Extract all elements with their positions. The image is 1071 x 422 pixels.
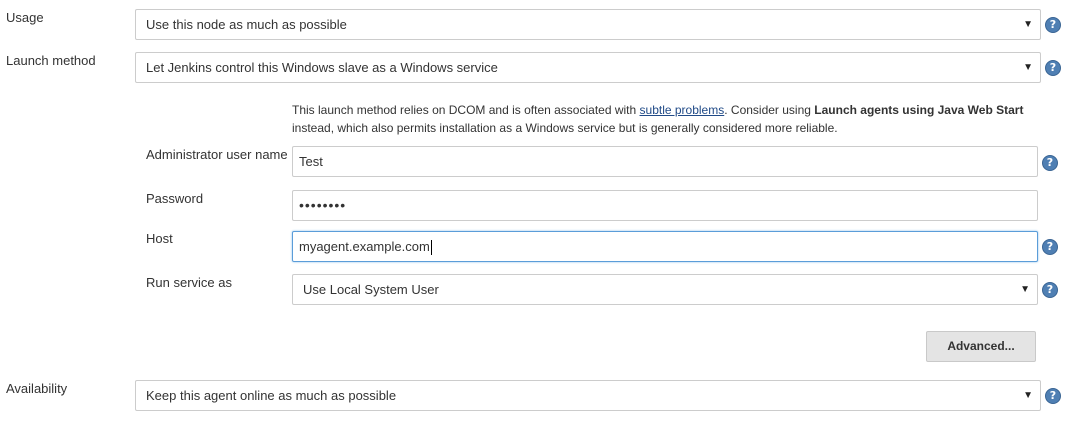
help-icon[interactable]: ? [1042,239,1058,255]
availability-label: Availability [6,381,68,396]
launch-method-select-value: Let Jenkins control this Windows slave a… [146,60,498,75]
help-icon[interactable]: ? [1042,282,1058,298]
help-icon[interactable]: ? [1045,60,1061,76]
host-label: Host [146,231,173,246]
help-icon[interactable]: ? [1042,155,1058,171]
host-input[interactable]: myagent.example.com [292,231,1038,262]
help-icon[interactable]: ? [1045,388,1061,404]
run-service-as-label: Run service as [146,275,232,290]
password-value: •••••••• [299,197,347,213]
password-label: Password [146,191,204,206]
admin-user-label: Administrator user name [146,147,288,162]
usage-label: Usage [6,10,44,25]
chevron-down-icon: ▼ [1023,19,1033,30]
description-text: . Consider using [724,103,815,117]
subtle-problems-link[interactable]: subtle problems [640,103,725,117]
admin-user-input[interactable]: Test [292,146,1038,177]
run-service-as-value: Use Local System User [303,282,439,297]
launch-method-label: Launch method [6,53,96,68]
text-cursor [430,240,432,256]
description-text: This launch method relies on DCOM and is… [292,103,640,117]
password-field[interactable]: •••••••• [292,190,1038,221]
chevron-down-icon: ▼ [1020,284,1030,295]
chevron-down-icon: ▼ [1023,390,1033,401]
description-bold-text: Launch agents using Java Web Start [814,103,1024,117]
advanced-button[interactable]: Advanced... [926,331,1036,362]
run-service-as-select[interactable]: Use Local System User ▼ [292,274,1038,305]
launch-method-select[interactable]: Let Jenkins control this Windows slave a… [135,52,1041,83]
description-text: instead, which also permits installation… [292,121,838,135]
availability-select[interactable]: Keep this agent online as much as possib… [135,380,1041,411]
host-value: myagent.example.com [299,239,430,254]
usage-select-value: Use this node as much as possible [146,17,347,32]
admin-user-value: Test [299,154,323,169]
help-icon[interactable]: ? [1045,17,1061,33]
usage-select[interactable]: Use this node as much as possible ▼ [135,9,1041,40]
availability-select-value: Keep this agent online as much as possib… [146,388,397,403]
chevron-down-icon: ▼ [1023,62,1033,73]
launch-method-description: This launch method relies on DCOM and is… [292,101,1037,137]
